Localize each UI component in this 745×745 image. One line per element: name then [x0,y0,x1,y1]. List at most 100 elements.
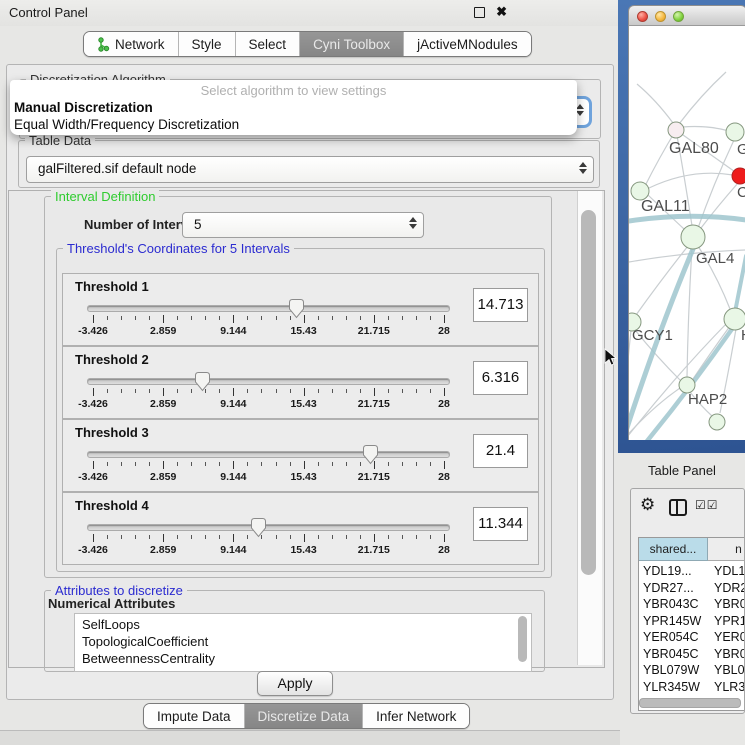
tab-select[interactable]: Select [236,32,301,56]
network-node[interactable] [668,122,684,138]
tab-infer-network[interactable]: Infer Network [363,704,469,728]
algorithm-dropdown-popup: Select algorithm to view settings Manual… [10,80,577,135]
network-node[interactable] [709,414,725,430]
table-row-cell[interactable]: YER054C [643,630,699,644]
slider-tick-label: -3.426 [63,398,123,410]
close-traffic-light[interactable] [637,11,648,22]
table-row-cell[interactable]: YLR3 [714,680,745,694]
table-row-cell[interactable]: YBR043C [643,597,699,611]
network-node[interactable] [681,225,705,249]
numerical-attributes-list[interactable]: SelfLoops TopologicalCoefficient Betweenne… [74,613,532,672]
dropdown-item-manual-discretization[interactable]: Manual Discretization [14,100,153,115]
network-node-label: GCY1 [632,327,673,344]
slider-tick-label: 2.859 [133,398,193,410]
tab-label: Select [249,37,287,52]
table-row-cell[interactable]: YBL079W [643,663,699,677]
bottom-strip [0,730,620,745]
checked-checkbox-icon[interactable]: ☑☑ [695,498,719,512]
attribute-item-selfloops[interactable]: SelfLoops [82,617,140,632]
tab-style[interactable]: Style [179,32,236,56]
slider-major-tick [444,315,445,323]
slider-major-tick [163,315,164,323]
mouse-cursor [604,348,617,366]
zoom-traffic-light[interactable] [673,11,684,22]
slider-minor-tick [290,462,291,466]
table-row-cell[interactable]: YDR2 [714,581,745,595]
slider-minor-tick [149,535,150,539]
table-row-cell[interactable]: YDL19... [643,564,692,578]
panel-title: Control Panel [9,5,88,20]
table-row-cell[interactable]: YER0 [714,630,745,644]
table-row-cell[interactable]: YBL0 [714,663,745,677]
network-canvas[interactable]: GAL80GACGAL11GAL4GCY1HHAP2 [628,26,745,440]
threshold-value-field[interactable]: 11.344 [473,507,528,541]
float-window-icon[interactable] [474,7,485,18]
horizontal-scrollbar-thumb[interactable] [639,698,741,708]
table-row-cell[interactable]: YDL1 [714,564,745,578]
tab-impute-data[interactable]: Impute Data [144,704,245,728]
close-icon[interactable]: ✖ [496,4,507,20]
table-row-cell[interactable]: YLR345W [643,680,700,694]
slider-thumb[interactable] [288,298,305,324]
threshold-label: Threshold 3 [75,425,149,440]
table-column-header[interactable]: n [708,538,745,561]
attributes-scrollbar-thumb[interactable] [518,616,527,662]
apply-button[interactable]: Apply [257,671,333,696]
threshold-value-field[interactable]: 6.316 [473,361,528,395]
table-row-cell[interactable]: YPR1 [714,614,745,628]
network-view-window: GAL80GACGAL11GAL4GCY1HHAP2 [628,5,745,440]
slider-thumb[interactable] [194,371,211,397]
tab-jactivemnodules[interactable]: jActiveMNodules [404,32,531,56]
slider-minor-tick [332,389,333,393]
slider-minor-tick [416,316,417,320]
slider-minor-tick [318,462,319,466]
network-node[interactable] [732,168,745,184]
attribute-item-topologicalcoefficient[interactable]: TopologicalCoefficient [82,634,208,649]
node-table[interactable]: shared...n YDL19... YDL1 YDR27... YDR2 YBR043… [638,537,745,711]
number-of-intervals-value: 5 [194,217,202,232]
tab-network[interactable]: Network [84,32,179,56]
gear-icon[interactable]: ⚙ [640,495,655,515]
tab-cyni-toolbox[interactable]: Cyni Toolbox [300,32,404,56]
number-of-intervals-combobox[interactable]: 5 [182,212,424,238]
slider-major-tick [233,388,234,396]
network-node[interactable] [726,123,744,141]
slider-track[interactable] [87,378,450,385]
slider-major-tick [163,388,164,396]
slider-minor-tick [416,389,417,393]
slider-minor-tick [290,389,291,393]
slider-major-tick [93,534,94,542]
table-row-cell[interactable]: YBR0 [714,597,745,611]
slider-track[interactable] [87,524,450,531]
table-row-cell[interactable]: YPR145W [643,614,701,628]
slider-minor-tick [360,535,361,539]
threshold-value-field[interactable]: 14.713 [473,288,528,322]
tab-label: Discretize Data [258,709,350,724]
network-node-label: GAL80 [669,140,719,157]
network-graph: GAL80GACGAL11GAL4GCY1HHAP2 [629,26,745,440]
slider-minor-tick [276,316,277,320]
slider-track[interactable] [87,305,450,312]
minimize-traffic-light[interactable] [655,11,666,22]
table-row-cell[interactable]: YDR27... [643,581,694,595]
slider-minor-tick [388,535,389,539]
table-column-header[interactable]: shared... [639,538,708,561]
slider-track[interactable] [87,451,450,458]
slider-thumb[interactable] [362,444,379,470]
threshold-row-2: Threshold 2-3.4262.8599.14415.4321.71528… [62,346,539,419]
slider-major-tick [93,461,94,469]
attribute-item-betweennesscentrality[interactable]: BetweennessCentrality [82,651,215,666]
slider-minor-tick [402,316,403,320]
threshold-value-field[interactable]: 21.4 [473,434,528,468]
tab-discretize-data[interactable]: Discretize Data [245,704,364,728]
table-data-combobox[interactable]: galFiltered.sif default node [26,156,594,183]
slider-minor-tick [430,535,431,539]
table-row-cell[interactable]: YBR0 [714,647,745,661]
network-window-titlebar[interactable] [628,5,745,26]
split-columns-icon[interactable] [669,499,687,516]
dropdown-item-equal-width-frequency-discretization[interactable]: Equal Width/Frequency Discretization [14,117,239,132]
table-row-cell[interactable]: YBR045C [643,647,699,661]
vertical-scrollbar-thumb[interactable] [581,210,596,575]
slider-thumb[interactable] [250,517,267,543]
slider-tick-label: -3.426 [63,544,123,556]
